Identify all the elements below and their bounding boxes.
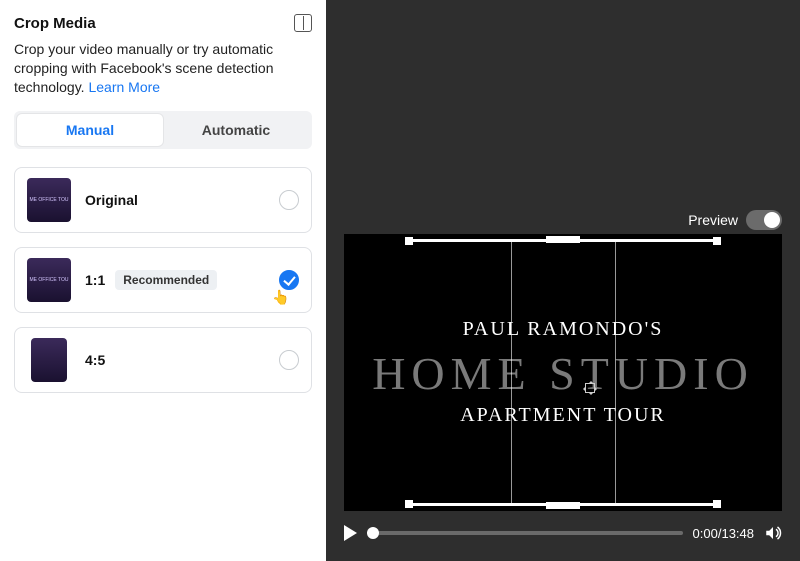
option-radio[interactable]: 👆: [279, 270, 299, 290]
move-cursor-icon: [582, 380, 598, 396]
crop-handle-bl[interactable]: [405, 500, 413, 508]
crop-mode-tabs: Manual Automatic: [14, 111, 312, 149]
video-canvas[interactable]: PAUL RAMONDO'S HOME STUDIO APARTMENT TOU…: [344, 234, 782, 511]
option-thumbnail: [31, 338, 67, 382]
option-radio[interactable]: [279, 190, 299, 210]
crop-handle-tl[interactable]: [405, 237, 413, 245]
panel-description: Crop your video manually or try automati…: [14, 40, 312, 97]
tab-manual[interactable]: Manual: [17, 114, 163, 146]
play-button[interactable]: [344, 525, 357, 541]
volume-icon[interactable]: [764, 524, 782, 542]
option-label: Original: [85, 192, 138, 208]
preview-toggle[interactable]: [746, 210, 782, 230]
progress-thumb[interactable]: [367, 527, 379, 539]
time-display: 0:00/13:48: [693, 526, 754, 541]
panel-title: Crop Media: [14, 15, 96, 32]
sidebar-panel: Crop Media Crop your video manually or t…: [0, 0, 326, 561]
option-radio[interactable]: [279, 350, 299, 370]
option-4-5[interactable]: 4:5: [14, 327, 312, 393]
pointer-cursor-icon: 👆: [272, 289, 289, 306]
crop-frame[interactable]: [408, 240, 718, 505]
crop-handle-tr[interactable]: [713, 237, 721, 245]
aspect-ratio-options: ME OFFICE TOU Original ME OFFICE TOU 1:1…: [14, 167, 312, 393]
panel-collapse-icon[interactable]: [294, 14, 312, 32]
thumb-text: ME OFFICE TOU: [30, 197, 69, 203]
tab-automatic[interactable]: Automatic: [163, 114, 309, 146]
option-label: 1:1: [85, 272, 105, 288]
learn-more-link[interactable]: Learn More: [88, 79, 160, 95]
recommended-badge: Recommended: [115, 270, 217, 290]
option-1-1[interactable]: ME OFFICE TOU 1:1 Recommended 👆: [14, 247, 312, 313]
crop-handle-top[interactable]: [546, 236, 580, 243]
crop-handle-br[interactable]: [713, 500, 721, 508]
option-label: 4:5: [85, 352, 105, 368]
option-thumbnail: ME OFFICE TOU: [27, 258, 71, 302]
crop-handle-bottom[interactable]: [546, 502, 580, 509]
option-thumbnail: ME OFFICE TOU: [27, 178, 71, 222]
option-original[interactable]: ME OFFICE TOU Original: [14, 167, 312, 233]
thumb-text: ME OFFICE TOU: [30, 277, 69, 283]
video-controls: 0:00/13:48: [344, 519, 782, 547]
preview-pane: Preview PAUL RAMONDO'S HOME STUDIO APART…: [326, 0, 800, 561]
preview-label: Preview: [688, 212, 738, 228]
progress-bar[interactable]: [367, 531, 683, 535]
